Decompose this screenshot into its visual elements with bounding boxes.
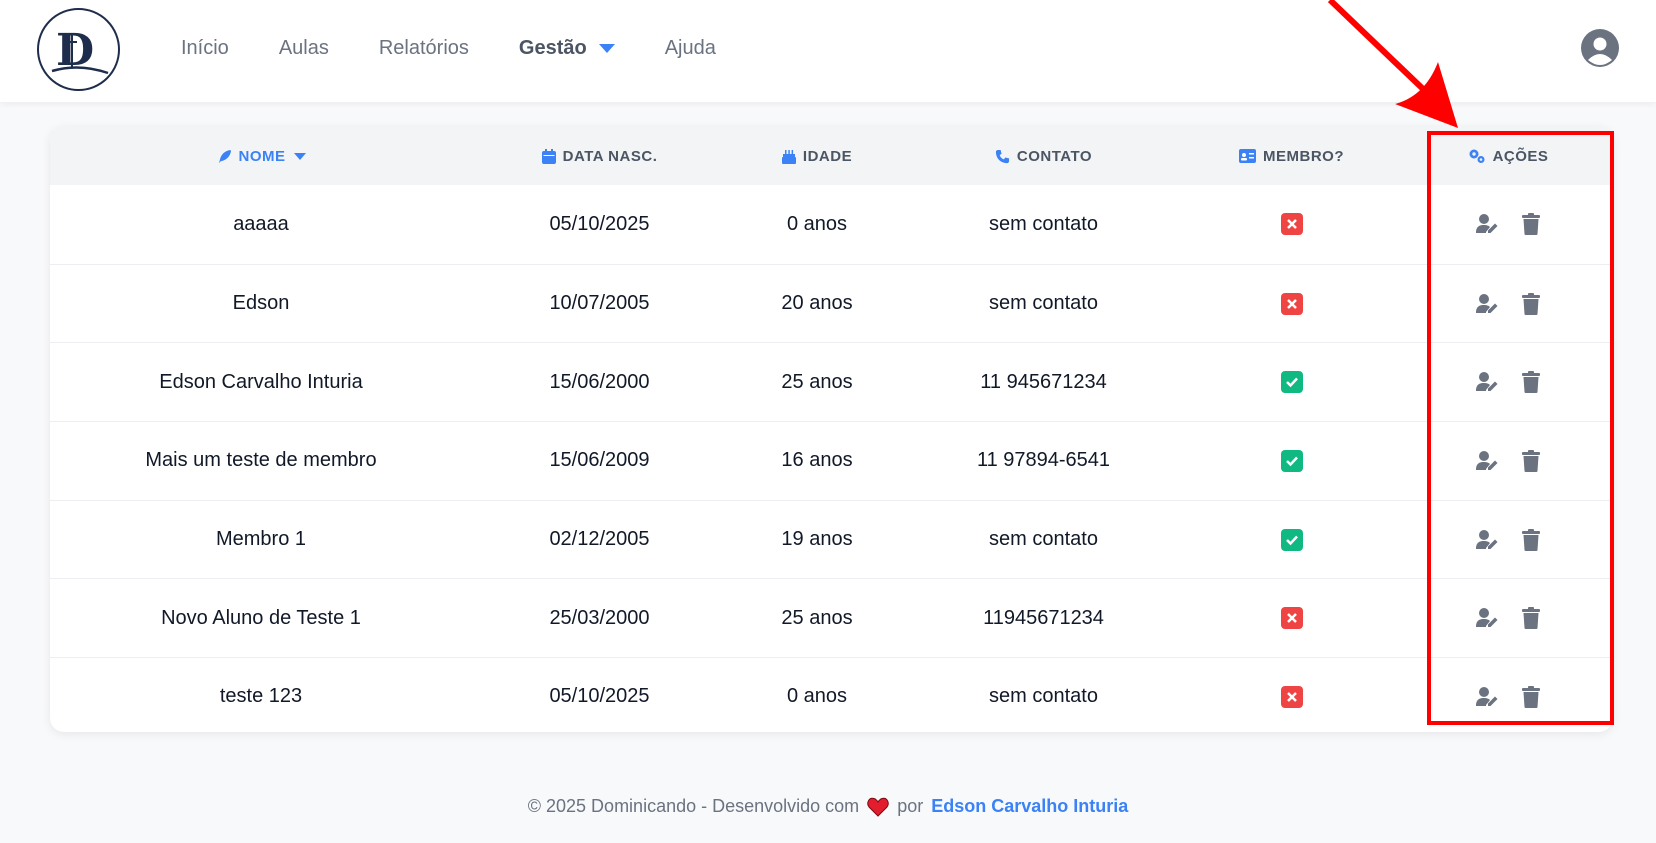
cell-idade: 0 anos xyxy=(786,685,848,708)
cell-membro xyxy=(1180,685,1403,708)
footer: © 2025 Dominicando - Desenvolvido com po… xyxy=(0,796,1656,817)
table-row: Mais um teste de membro 15/06/2009 16 anos… xyxy=(50,421,1613,500)
nav-inicio-label: Início xyxy=(181,36,229,59)
cell-membro xyxy=(1180,292,1403,315)
annotation-highlight-box xyxy=(1427,131,1614,725)
cell-nome: Membro 1 xyxy=(215,528,307,551)
cell-membro xyxy=(1180,213,1403,236)
cell-membro xyxy=(1180,371,1403,394)
footer-copyright: © 2025 Dominicando - Desenvolvido com xyxy=(527,796,860,816)
nav-ajuda[interactable]: Ajuda xyxy=(665,37,716,60)
nav-aulas[interactable]: Aulas xyxy=(279,37,329,60)
cell-nome: Edson Carvalho Inturia xyxy=(159,370,363,393)
members-table: NOME DATA NASC. IDADE CONTATO MEMBRO? AÇ… xyxy=(50,127,1613,732)
table-header: NOME DATA NASC. IDADE CONTATO MEMBRO? AÇ… xyxy=(50,127,1613,185)
heart-icon xyxy=(867,797,889,817)
column-label-membro: MEMBRO? xyxy=(1263,147,1344,165)
nav-relatorios[interactable]: Relatórios xyxy=(379,37,469,60)
column-label-nome: NOME xyxy=(238,147,286,165)
nav-gestao-dropdown[interactable]: Gestão xyxy=(519,37,615,60)
table-row: Edson Carvalho Inturia 15/06/2000 25 anos 1… xyxy=(50,342,1613,421)
cell-nome: Mais um teste de membro xyxy=(145,449,377,472)
cell-data-nasc: 10/07/2005 xyxy=(549,292,650,315)
cell-data-nasc: 15/06/2000 xyxy=(549,370,650,393)
table-body: aaaaa 05/10/2025 0 anos sem contato Edson 10/… xyxy=(50,185,1613,732)
table-row: teste 123 05/10/2025 0 anos sem contato xyxy=(50,657,1613,732)
table-row: aaaaa 05/10/2025 0 anos sem contato xyxy=(50,185,1613,264)
feather-icon xyxy=(218,149,231,163)
footer-por: por xyxy=(897,796,924,816)
cell-nome: teste 123 xyxy=(219,685,303,708)
user-circle-icon[interactable] xyxy=(1581,29,1619,67)
cell-idade: 0 anos xyxy=(786,212,848,235)
calendar-icon xyxy=(541,148,556,164)
cell-contato: 11945671234 xyxy=(983,606,1104,629)
cell-idade: 25 anos xyxy=(781,370,853,393)
cell-contato: sem contato xyxy=(989,685,1098,708)
nav-inicio[interactable]: Início xyxy=(181,37,229,60)
cell-data-nasc: 25/03/2000 xyxy=(549,606,650,629)
phone-icon xyxy=(995,149,1009,163)
cell-membro xyxy=(1180,449,1403,472)
table-row: Novo Aluno de Teste 1 25/03/2000 25 anos 11… xyxy=(50,578,1613,657)
column-label-idade: IDADE xyxy=(802,147,853,165)
cell-data-nasc: 02/12/2005 xyxy=(549,528,650,551)
cell-idade: 25 anos xyxy=(781,606,853,629)
column-header-nome[interactable]: NOME xyxy=(50,148,472,165)
cell-idade: 16 anos xyxy=(781,449,853,472)
cake-icon xyxy=(781,150,796,164)
cell-data-nasc: 15/06/2009 xyxy=(549,449,650,472)
sort-chevron-down-icon xyxy=(293,152,306,160)
column-header-data: DATA NASC. xyxy=(472,148,727,165)
column-label-data: DATA NASC. xyxy=(562,147,658,165)
x-icon xyxy=(1280,607,1303,630)
column-label-contato: CONTATO xyxy=(1016,147,1093,165)
cell-data-nasc: 05/10/2025 xyxy=(549,212,650,235)
cell-contato: 11 97894-6541 xyxy=(976,449,1111,472)
cell-membro xyxy=(1180,607,1403,630)
cell-contato: 11 945671234 xyxy=(980,370,1107,393)
cell-nome: Novo Aluno de Teste 1 xyxy=(161,606,361,629)
nav-gestao-label: Gestão xyxy=(518,36,587,59)
footer-author-link[interactable]: Edson Carvalho Inturia xyxy=(931,796,1128,817)
table-row: Membro 1 02/12/2005 19 anos sem contato xyxy=(50,499,1613,579)
id-card-icon xyxy=(1239,149,1256,163)
nav-relatorios-label: Relatórios xyxy=(378,36,469,59)
nav-ajuda-label: Ajuda xyxy=(664,36,716,59)
cell-nome: Edson xyxy=(232,292,290,315)
cell-membro xyxy=(1180,528,1403,551)
x-icon xyxy=(1280,292,1303,315)
app-logo[interactable]: D xyxy=(37,8,120,91)
cell-contato: sem contato xyxy=(989,212,1098,235)
annotation-arrow-icon xyxy=(1327,0,1458,128)
cell-idade: 19 anos xyxy=(781,528,853,551)
cell-nome: aaaaa xyxy=(233,212,289,235)
x-icon xyxy=(1280,685,1303,708)
cell-contato: sem contato xyxy=(989,292,1098,315)
table-row: Edson 10/07/2005 20 anos sem contato xyxy=(50,263,1613,343)
cell-data-nasc: 05/10/2025 xyxy=(549,685,650,708)
cell-idade: 20 anos xyxy=(781,292,853,315)
main-nav: Início Aulas Relatórios Gestão Ajuda xyxy=(181,0,766,96)
nav-aulas-label: Aulas xyxy=(278,36,329,59)
check-icon xyxy=(1280,371,1303,394)
column-header-contato: CONTATO xyxy=(907,148,1180,165)
cell-contato: sem contato xyxy=(989,528,1098,551)
check-icon xyxy=(1280,449,1303,472)
x-icon xyxy=(1280,213,1303,236)
chevron-down-icon xyxy=(598,43,615,53)
column-header-idade: IDADE xyxy=(727,148,907,165)
check-icon xyxy=(1280,528,1303,551)
column-header-membro: MEMBRO? xyxy=(1180,148,1403,165)
